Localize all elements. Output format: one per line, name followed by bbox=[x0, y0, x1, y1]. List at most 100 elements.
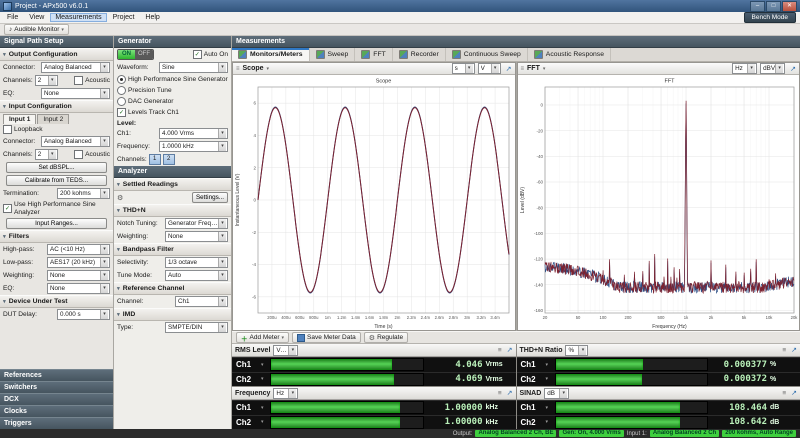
menu-view[interactable]: View bbox=[24, 13, 49, 22]
thdn-weighting-select[interactable]: None ▾ bbox=[165, 231, 228, 242]
menu-file[interactable]: File bbox=[2, 13, 23, 22]
output-eq-select[interactable]: None ▾ bbox=[41, 88, 110, 99]
termination-select[interactable]: 200 kohms ▾ bbox=[57, 188, 110, 199]
panel-switchers[interactable]: Switchers bbox=[0, 381, 113, 393]
output-acoustic-checkbox[interactable] bbox=[74, 76, 84, 85]
panel-references[interactable]: References bbox=[0, 369, 113, 381]
dut-header[interactable]: ▾ Device Under Test bbox=[0, 295, 113, 309]
channel-select-icon[interactable]: ▾ bbox=[546, 419, 552, 425]
channel-select-icon[interactable]: ▾ bbox=[546, 376, 552, 382]
meter-unit-select[interactable]: Vrms ▾ bbox=[273, 344, 299, 356]
high-pass-select[interactable]: AC (<10 Hz) ▾ bbox=[47, 244, 110, 256]
panel-clocks[interactable]: Clocks bbox=[0, 405, 113, 417]
weighting-select[interactable]: None ▾ bbox=[47, 270, 110, 282]
reference-channel-select[interactable]: Ch1 ▾ bbox=[175, 296, 228, 307]
notch-tuning-select[interactable]: Generator Frequency ▾ bbox=[165, 218, 228, 229]
levels-track-checkbox[interactable] bbox=[117, 108, 126, 117]
tune-mode-select[interactable]: Auto ▾ bbox=[165, 270, 228, 281]
channel-select-icon[interactable]: ▾ bbox=[261, 362, 267, 368]
panel-dcx[interactable]: DCX bbox=[0, 393, 113, 405]
close-button[interactable]: ✕ bbox=[782, 0, 797, 12]
scope-y-unit-select[interactable]: V ▾ bbox=[477, 63, 501, 74]
tab-input-1[interactable]: Input 1 bbox=[3, 114, 37, 124]
expand-meter-icon[interactable]: ↗ bbox=[507, 346, 513, 354]
reference-channel-header[interactable]: ▾ Reference Channel bbox=[114, 282, 231, 295]
tab-recorder[interactable]: Recorder bbox=[393, 48, 446, 61]
channel-select-icon[interactable]: ▾ bbox=[261, 419, 267, 425]
dut-delay-field[interactable]: 0.000 s ▾ bbox=[57, 309, 110, 321]
generator-header[interactable]: Generator bbox=[114, 36, 231, 48]
meter-menu-icon[interactable]: ≡ bbox=[498, 390, 502, 397]
panel-menu-icon[interactable]: ≡ bbox=[521, 66, 525, 72]
waveform-select[interactable]: Sine ▾ bbox=[159, 62, 228, 73]
scope-x-unit-select[interactable]: s ▾ bbox=[451, 63, 475, 74]
bench-mode-button[interactable]: Bench Mode bbox=[743, 12, 796, 23]
imd-header[interactable]: ▾ IMD bbox=[114, 308, 231, 321]
add-meter-button[interactable]: ＋ Add Meter ▾ bbox=[236, 332, 290, 343]
input-ranges-button[interactable]: Input Ranges... bbox=[6, 218, 107, 230]
filters-eq-select[interactable]: None ▾ bbox=[47, 283, 110, 295]
generator-on-toggle[interactable]: ON OFF bbox=[117, 49, 154, 60]
scope-graph[interactable]: 200u 400u 600u 800u 1m 1.2m 1.4m 1.6m 1.8m 2m 2.2m… bbox=[233, 75, 515, 330]
generator-frequency-field[interactable]: 1.0000 kHz ▾ bbox=[159, 141, 228, 152]
fft-y-unit-select[interactable]: dBV ▾ bbox=[760, 63, 786, 74]
level-field[interactable]: 4.000 Vrms ▾ bbox=[159, 128, 228, 139]
channel-1-toggle[interactable]: 1 bbox=[148, 154, 161, 165]
fft-x-unit-select[interactable]: Hz ▾ bbox=[732, 63, 758, 74]
set-dbspl-button[interactable]: Set dBSPL... bbox=[6, 162, 107, 173]
tab-continuous-sweep[interactable]: Continuous Sweep bbox=[446, 48, 528, 61]
tab-acoustic-response[interactable]: Acoustic Response bbox=[528, 48, 611, 61]
meter-menu-icon[interactable]: ≡ bbox=[782, 347, 786, 354]
thdn-header[interactable]: ▾ THD+N bbox=[114, 204, 231, 217]
high-performance-sine-checkbox[interactable] bbox=[3, 204, 12, 214]
input-acoustic-checkbox[interactable] bbox=[74, 150, 84, 159]
panel-menu-icon[interactable]: ≡ bbox=[236, 66, 240, 72]
minimize-button[interactable]: – bbox=[750, 0, 765, 12]
menu-help[interactable]: Help bbox=[140, 13, 164, 22]
fft-graph[interactable]: 20 50 100 200 500 1k 2k 5k 10k 20k 0 -20 -40 -60 -80 -1… bbox=[518, 75, 800, 331]
calibrate-teds-button[interactable]: Calibrate from TEDS... bbox=[6, 175, 107, 186]
precision-tune-radio[interactable] bbox=[117, 86, 126, 95]
filters-header[interactable]: ▾ Filters bbox=[0, 230, 113, 244]
signal-path-header[interactable]: Signal Path Setup bbox=[0, 36, 113, 48]
output-config-header[interactable]: ▾ Output Configuration bbox=[0, 48, 113, 61]
meter-unit-select[interactable]: % ▾ bbox=[565, 344, 589, 356]
input-channels-select[interactable]: 2 ▾ bbox=[34, 149, 58, 160]
expand-graph-icon[interactable]: ↗ bbox=[506, 65, 512, 73]
panel-triggers[interactable]: Triggers bbox=[0, 417, 113, 429]
input-config-header[interactable]: ▾ Input Configuration bbox=[0, 100, 113, 113]
settled-readings-header[interactable]: ▾ Settled Readings bbox=[114, 178, 231, 191]
channel-select-icon[interactable]: ▾ bbox=[261, 405, 267, 411]
audible-monitor-button[interactable]: ♪ Audible Monitor ▾ bbox=[4, 24, 69, 35]
maximize-button[interactable]: □ bbox=[766, 0, 781, 12]
meter-unit-select[interactable]: Hz ▾ bbox=[273, 387, 299, 399]
auto-on-checkbox[interactable] bbox=[192, 50, 202, 59]
selectivity-select[interactable]: 1/3 octave ▾ bbox=[165, 257, 228, 268]
regulate-button[interactable]: ⚙ Regulate bbox=[363, 332, 409, 343]
measurements-header[interactable]: Measurements bbox=[232, 36, 800, 48]
channel-2-toggle[interactable]: 2 bbox=[162, 154, 175, 165]
dac-generator-radio[interactable] bbox=[117, 97, 126, 106]
meter-unit-select[interactable]: dB ▾ bbox=[544, 387, 570, 399]
bandpass-header[interactable]: ▾ Bandpass Filter bbox=[114, 243, 231, 256]
imd-type-select[interactable]: SMPTE/DIN ▾ bbox=[165, 322, 228, 333]
expand-meter-icon[interactable]: ↗ bbox=[791, 389, 797, 397]
expand-graph-icon[interactable]: ↗ bbox=[790, 65, 796, 73]
expand-meter-icon[interactable]: ↗ bbox=[507, 389, 513, 397]
output-connector-select[interactable]: Analog Balanced ▾ bbox=[41, 62, 110, 73]
menu-measurements[interactable]: Measurements bbox=[50, 13, 107, 22]
save-meter-data-button[interactable]: Save Meter Data bbox=[292, 332, 361, 343]
hp-sine-gen-radio[interactable] bbox=[117, 75, 126, 84]
tab-input-2[interactable]: Input 2 bbox=[37, 114, 70, 124]
analyzer-header[interactable]: Analyzer bbox=[114, 166, 231, 178]
tab-sweep[interactable]: Sweep bbox=[310, 48, 356, 61]
tab-fft[interactable]: FFT bbox=[355, 48, 393, 61]
menu-project[interactable]: Project bbox=[108, 13, 140, 22]
low-pass-select[interactable]: AES17 (20 kHz) ▾ bbox=[47, 257, 110, 269]
meter-menu-icon[interactable]: ≡ bbox=[782, 390, 786, 397]
expand-meter-icon[interactable]: ↗ bbox=[791, 346, 797, 354]
tab-monitors-meters[interactable]: Monitors/Meters bbox=[232, 48, 310, 61]
loopback-checkbox[interactable] bbox=[3, 125, 12, 134]
channel-select-icon[interactable]: ▾ bbox=[546, 405, 552, 411]
channel-select-icon[interactable]: ▾ bbox=[261, 376, 267, 382]
